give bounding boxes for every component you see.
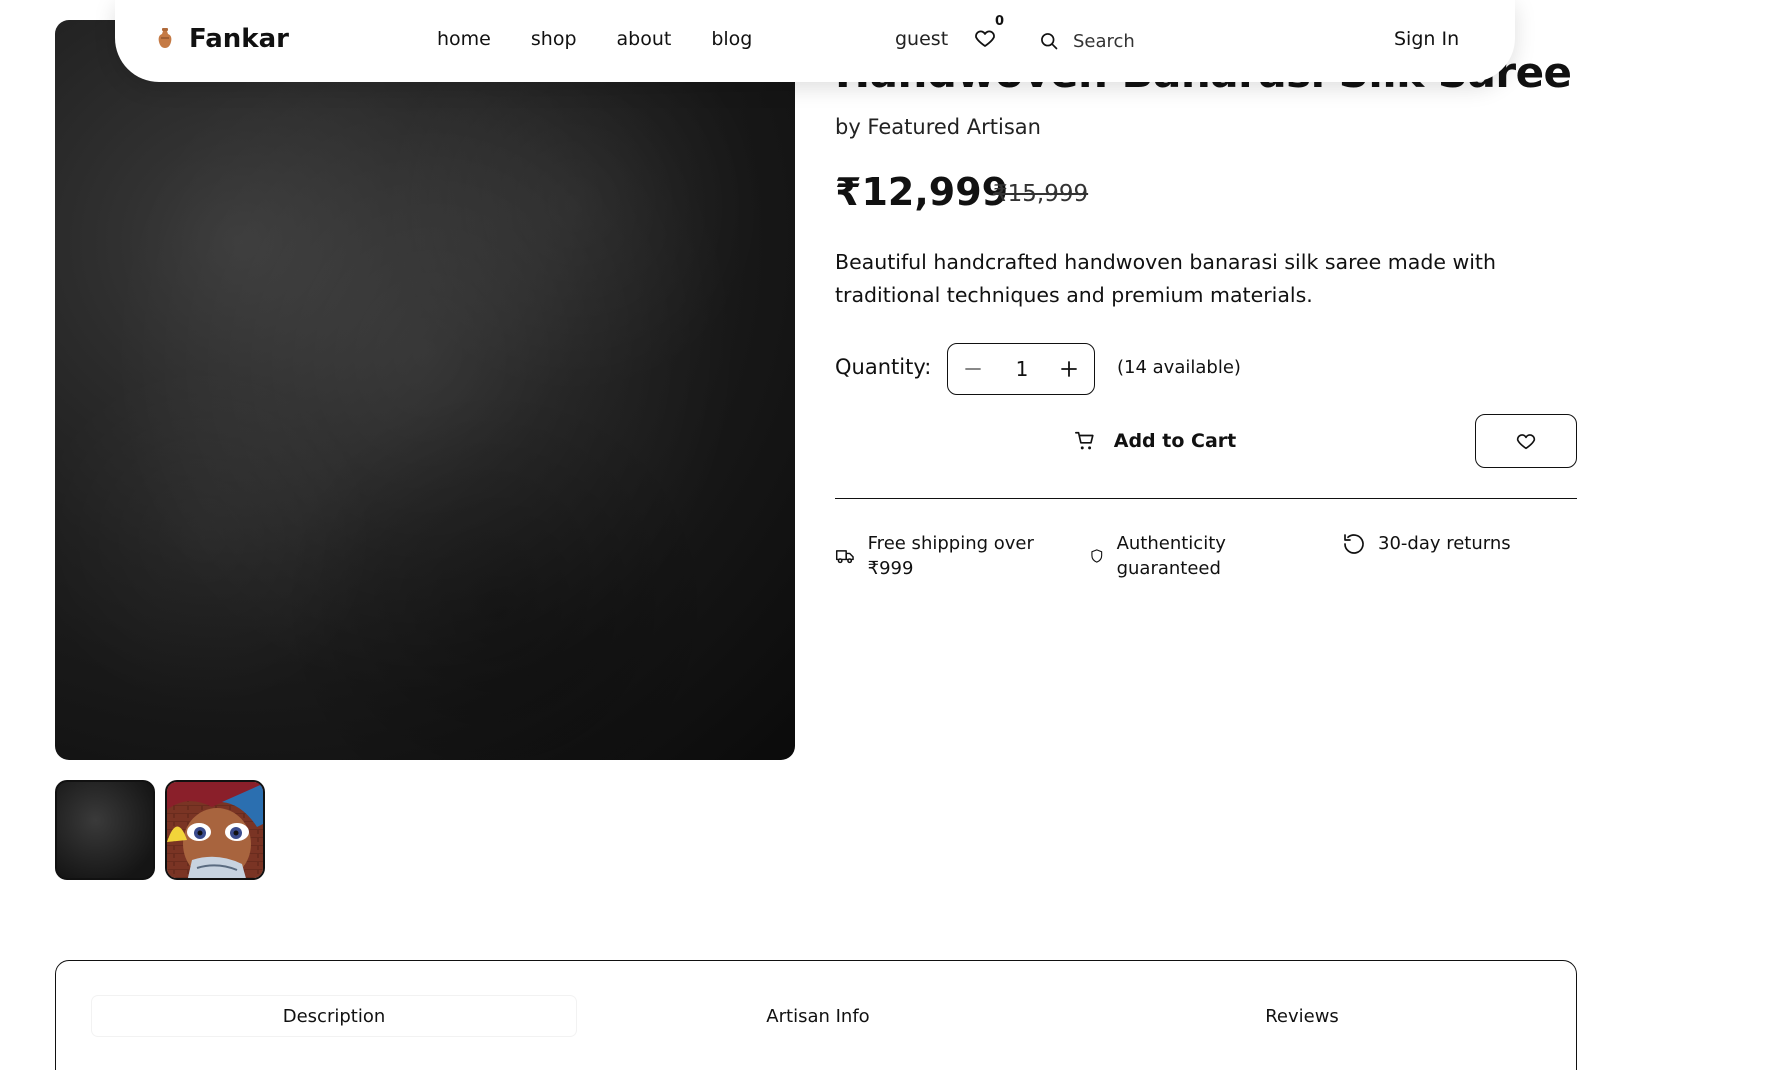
wishlist-button[interactable] <box>973 26 999 52</box>
nav-link-shop[interactable]: shop <box>531 28 577 50</box>
stock-available: (14 available) <box>1117 357 1241 378</box>
brand-name: Fankar <box>189 24 289 54</box>
increase-quantity-button[interactable] <box>1057 357 1081 381</box>
nav-link-blog[interactable]: blog <box>711 28 752 50</box>
comic-character-image <box>167 782 263 878</box>
search-input[interactable] <box>1073 30 1273 52</box>
user-name[interactable]: guest <box>895 28 948 50</box>
product-page: Handwoven Banarasi Silk Saree by Feature… <box>0 0 1767 1070</box>
feature-shipping-text: Free shipping over ₹999 <box>867 533 1034 579</box>
divider <box>835 498 1577 499</box>
tab-reviews[interactable]: Reviews <box>1060 996 1544 1036</box>
product-artisan[interactable]: by Featured Artisan <box>835 115 1041 139</box>
feature-authenticity: Authenticity guaranteed <box>1089 531 1259 581</box>
thumbnail-2[interactable] <box>165 780 265 880</box>
nav-link-home[interactable]: home <box>437 28 491 50</box>
search-bar <box>1039 26 1299 56</box>
thumbnail-1[interactable] <box>55 780 155 880</box>
feature-authenticity-text: Authenticity guaranteed <box>1116 533 1226 579</box>
quantity-stepper: 1 <box>947 343 1095 395</box>
feature-shipping: Free shipping over ₹999 <box>835 531 1055 581</box>
navbar: Fankar home shop about blog guest 0 Sign… <box>115 0 1515 82</box>
quantity-label: Quantity: <box>835 355 932 379</box>
minus-icon <box>965 368 981 370</box>
nav-links: home shop about blog <box>437 28 752 50</box>
feature-returns-text: 30-day returns <box>1378 533 1511 554</box>
heart-icon <box>1516 434 1536 450</box>
brand[interactable]: Fankar <box>157 24 289 54</box>
sign-in-button[interactable]: Sign In <box>1394 28 1459 50</box>
shield-icon <box>1091 549 1103 563</box>
add-to-wishlist-button[interactable] <box>1475 414 1577 468</box>
tab-artisan-info[interactable]: Artisan Info <box>576 996 1060 1036</box>
search-icon <box>1041 33 1058 50</box>
rotate-ccw-icon <box>1344 533 1364 554</box>
truck-icon <box>835 550 854 564</box>
product-tabs: Description Artisan Info Reviews <box>55 960 1577 1070</box>
original-price: ₹15,999 <box>993 181 1089 207</box>
add-to-cart-button[interactable]: Add to Cart <box>835 414 1475 468</box>
decrease-quantity-button[interactable] <box>961 357 985 381</box>
nav-link-about[interactable]: about <box>617 28 672 50</box>
product-description: Beautiful handcrafted handwoven banarasi… <box>835 250 1496 307</box>
main-product-image[interactable] <box>55 20 795 760</box>
add-to-cart-label: Add to Cart <box>1113 430 1237 452</box>
pot-icon <box>157 25 173 53</box>
feature-returns: 30-day returns <box>1342 531 1562 556</box>
cart-icon <box>1074 431 1094 450</box>
current-price: ₹12,999 <box>835 170 1009 214</box>
heart-icon <box>975 30 995 47</box>
plus-icon <box>1061 361 1077 377</box>
quantity-value[interactable]: 1 <box>1006 357 1038 381</box>
wishlist-count-badge: 0 <box>995 14 1005 29</box>
tab-description[interactable]: Description <box>92 996 576 1036</box>
